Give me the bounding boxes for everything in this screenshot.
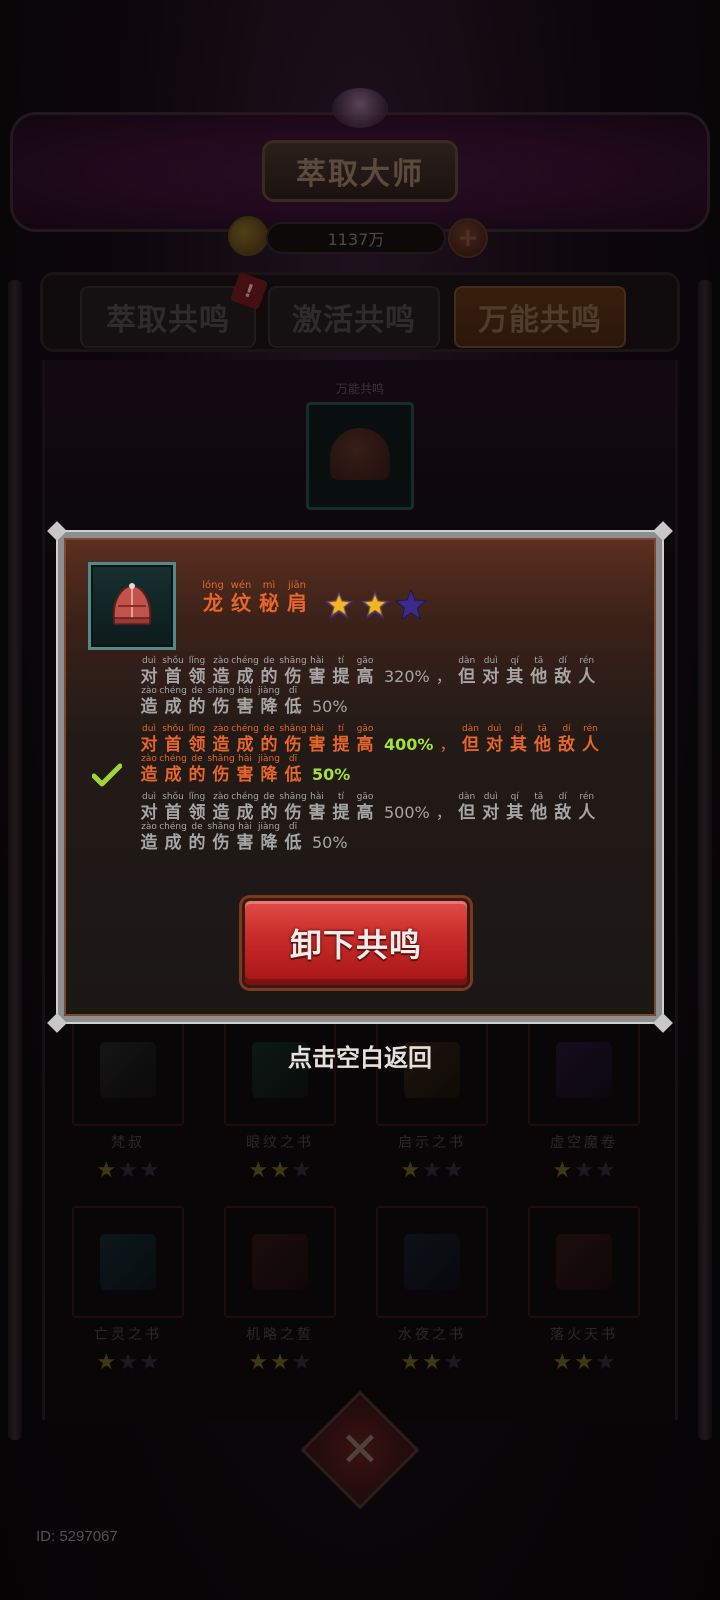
resonance-option-3-line-2[interactable]: zào 造 chéng 成 de 的 shāng 伤 hài 害 jiàng 降 dī 低 5…	[138, 822, 354, 853]
resonance-option-2-line-2[interactable]: zào 造 chéng 成 de 的 shāng 伤 hài 害 jiàng 降 dī 低 5…	[138, 754, 356, 785]
helmet-icon	[112, 583, 152, 625]
star-empty-icon	[394, 588, 428, 621]
resonance-option-2-line-1[interactable]: duì 对 shǒu 首 lǐng 领 zào 造 chéng 成 de 的 shāng 伤 …	[138, 724, 603, 755]
tap-blank-return-hint: 点击空白返回	[288, 1044, 432, 1072]
star-filled-icon	[324, 590, 354, 619]
item-name: lóng 龙 wén 纹 mì 秘 jiān 肩	[202, 580, 307, 615]
resonance-option-1-line-1[interactable]: duì 对 shǒu 首 lǐng 领 zào 造 chéng 成 de 的 shāng 伤 …	[138, 656, 600, 687]
resonance-option-3-line-1[interactable]: duì 对 shǒu 首 lǐng 领 zào 造 chéng 成 de 的 shāng 伤 …	[138, 792, 600, 823]
item-star-rating	[322, 588, 428, 622]
star-filled-icon	[360, 590, 390, 619]
resonance-option-1-line-2[interactable]: zào 造 chéng 成 de 的 shāng 伤 hài 害 jiàng 降 dī 低 5…	[138, 686, 354, 717]
unequip-resonance-button[interactable]: 卸下共鸣	[242, 898, 470, 988]
unequip-button-label: 卸下共鸣	[289, 926, 422, 964]
check-icon	[92, 763, 122, 787]
